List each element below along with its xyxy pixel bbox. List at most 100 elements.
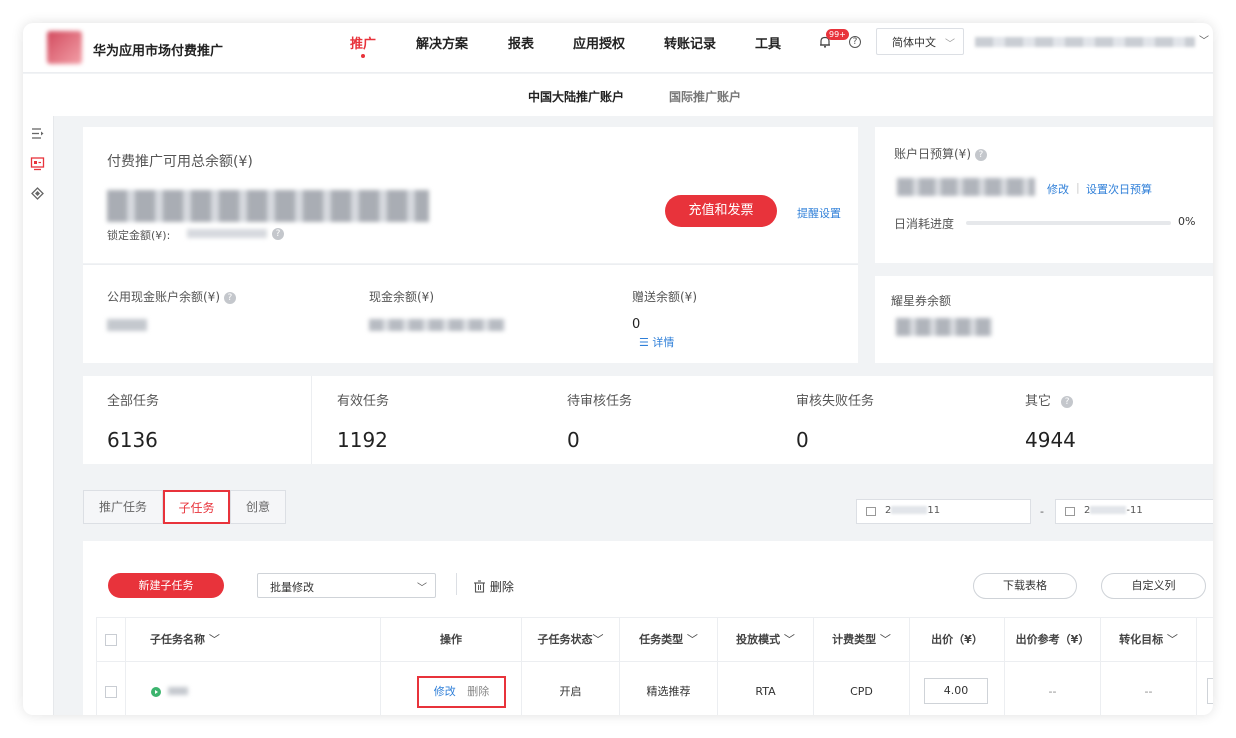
cash-balance-value <box>369 319 505 331</box>
end-date-input[interactable]: 2 -11 <box>1055 499 1213 524</box>
help-icon[interactable]: ? <box>223 291 236 304</box>
column-header-billing-type[interactable]: 计费类型 ﹀ <box>814 618 910 662</box>
column-header-conversion-target[interactable]: 转化目标 ﹀ <box>1101 618 1197 662</box>
bid-input[interactable]: 4.00 <box>924 678 988 704</box>
stat-value: 0 <box>567 428 580 452</box>
row-bid-cell: 4.00 <box>910 662 1005 715</box>
row-billing-type: CPD <box>814 662 910 715</box>
row-checkbox[interactable] <box>105 686 117 698</box>
new-subtask-button[interactable]: 新建子任务 <box>108 573 224 598</box>
left-rail <box>23 116 54 715</box>
modify-budget-link[interactable]: 修改 <box>1047 181 1069 197</box>
stat-all-tasks[interactable]: 全部任务 6136 <box>83 376 312 464</box>
delete-link[interactable]: 删除 <box>467 685 489 698</box>
daily-budget-value <box>897 178 1035 196</box>
help-icon[interactable]: ? <box>974 148 987 161</box>
next-cell-input[interactable] <box>1207 678 1213 704</box>
ad-monitor-icon[interactable] <box>30 156 45 171</box>
stat-label: 有效任务 <box>337 394 390 409</box>
chevron-down-icon: ﹀ <box>417 583 427 594</box>
column-header-subtask-name[interactable]: 子任务名称 ﹀ <box>126 618 381 662</box>
subtask-table: 子任务名称 ﹀ 操作 子任务状态﹀ 任务类型 ﹀ 投放模式 ﹀ 计费类型 ﹀ 出… <box>96 617 1213 715</box>
public-cash-value <box>107 319 147 331</box>
recharge-invoice-button[interactable]: 充值和发票 <box>665 195 777 227</box>
chevron-down-icon: ﹀ <box>879 633 891 646</box>
end-date-masked <box>1090 506 1127 514</box>
stat-pending-review[interactable]: 待审核任务 0 <box>543 376 772 464</box>
chevron-down-icon: ﹀ <box>783 633 795 646</box>
subtask-name-masked[interactable] <box>168 687 188 695</box>
chevron-down-icon: ﹀ <box>1166 633 1178 646</box>
balance-breakdown-card: 公用现金账户余额(¥) ? 现金余额(¥) 赠送余额(¥) 0 ☰ 详情 <box>83 264 858 363</box>
nav-app-authorization[interactable]: 应用授权 <box>573 33 625 52</box>
tab-international-account[interactable]: 国际推广账户 <box>669 88 741 105</box>
custom-columns-button[interactable]: 自定义列 <box>1101 573 1206 599</box>
row-conversion-target: -- <box>1101 662 1197 715</box>
nav-tools[interactable]: 工具 <box>755 33 781 52</box>
column-header-task-type[interactable]: 任务类型 ﹀ <box>620 618 718 662</box>
reminder-settings-link[interactable]: 提醒设置 <box>797 205 841 221</box>
tag-icon[interactable] <box>30 186 45 201</box>
stat-value: 4944 <box>1025 428 1076 452</box>
select-all-checkbox[interactable] <box>105 634 117 646</box>
app-window: 华为应用市场付费推广 推广 解决方案 报表 应用授权 转账记录 工具 99+ ?… <box>23 23 1213 715</box>
details-link[interactable]: ☰ 详情 <box>639 334 674 350</box>
stat-label: 全部任务 <box>107 394 160 409</box>
task-stats: 全部任务 6136 有效任务 1192 待审核任务 0 审核失败任务 0 其它 … <box>83 376 1213 464</box>
row-task-type: 精选推荐 <box>620 662 718 715</box>
tab-creatives[interactable]: 创意 <box>230 490 286 524</box>
tab-promotion-tasks[interactable]: 推广任务 <box>83 490 163 524</box>
stat-other[interactable]: 其它 ? 4944 <box>1001 376 1213 464</box>
help-icon[interactable]: ? <box>1061 395 1074 408</box>
row-actions-cell: 修改 删除 <box>381 662 522 715</box>
stat-value: 6136 <box>107 428 158 452</box>
language-select[interactable]: 简体中文 ﹀ <box>876 28 964 55</box>
start-date-input[interactable]: 2 11 <box>856 499 1031 524</box>
column-header-label: 子任务名称 <box>150 633 205 646</box>
collapse-menu-icon[interactable] <box>30 126 45 141</box>
end-date-suffix: -11 <box>1126 505 1143 516</box>
nav-promotion[interactable]: 推广 <box>350 33 376 52</box>
nav-transfer-records[interactable]: 转账记录 <box>664 33 716 52</box>
batch-modify-label: 批量修改 <box>270 581 314 594</box>
coupon-balance-value <box>896 318 992 336</box>
column-header-bid: 出价（¥） <box>910 618 1005 662</box>
chevron-down-icon: ﹀ <box>945 39 955 50</box>
total-balance-value <box>107 190 429 222</box>
column-header-label: 任务类型 <box>639 633 684 646</box>
list-icon: ☰ <box>639 336 649 349</box>
app-title: 华为应用市场付费推广 <box>93 44 224 59</box>
tab-mainland-account[interactable]: 中国大陆推广账户 <box>528 88 624 105</box>
column-header-delivery-mode[interactable]: 投放模式 ﹀ <box>718 618 814 662</box>
start-date-suffix: 11 <box>927 505 941 516</box>
download-table-button[interactable]: 下载表格 <box>973 573 1077 599</box>
stat-review-failed[interactable]: 审核失败任务 0 <box>772 376 1001 464</box>
nav-reports[interactable]: 报表 <box>508 33 534 52</box>
stat-valid-tasks[interactable]: 有效任务 1192 <box>313 376 542 464</box>
calendar-icon <box>1065 507 1075 516</box>
notification-badge: 99+ <box>826 29 849 40</box>
daily-budget-label: 账户日预算(¥) ? <box>894 145 987 162</box>
tab-subtasks[interactable]: 子任务 <box>163 490 230 524</box>
next-day-budget-link[interactable]: 设置次日预算 <box>1086 181 1152 197</box>
batch-modify-select[interactable]: 批量修改 ﹀ <box>257 573 436 598</box>
help-icon[interactable]: ? <box>849 36 861 48</box>
column-header-status[interactable]: 子任务状态﹀ <box>522 618 620 662</box>
column-header-label: 投放模式 <box>736 633 781 646</box>
delete-button[interactable]: 删除 <box>473 578 514 595</box>
column-header-bid-reference: 出价参考（¥） <box>1005 618 1101 662</box>
app-logo <box>47 31 82 64</box>
user-account-name[interactable] <box>975 37 1195 47</box>
stat-value: 1192 <box>337 428 388 452</box>
play-status-icon <box>151 687 161 697</box>
locked-amount-value <box>187 229 267 238</box>
cash-balance-label: 现金余额(¥) <box>369 290 434 304</box>
edit-link[interactable]: 修改 <box>434 685 456 698</box>
chevron-down-icon[interactable]: ﹀ <box>1199 32 1209 47</box>
calendar-icon <box>866 507 876 516</box>
stat-label: 审核失败任务 <box>796 394 875 409</box>
nav-solutions[interactable]: 解决方案 <box>416 33 468 52</box>
stat-value: 0 <box>796 428 809 452</box>
help-icon[interactable]: ? <box>272 228 284 240</box>
row-bid-reference: -- <box>1005 662 1101 715</box>
